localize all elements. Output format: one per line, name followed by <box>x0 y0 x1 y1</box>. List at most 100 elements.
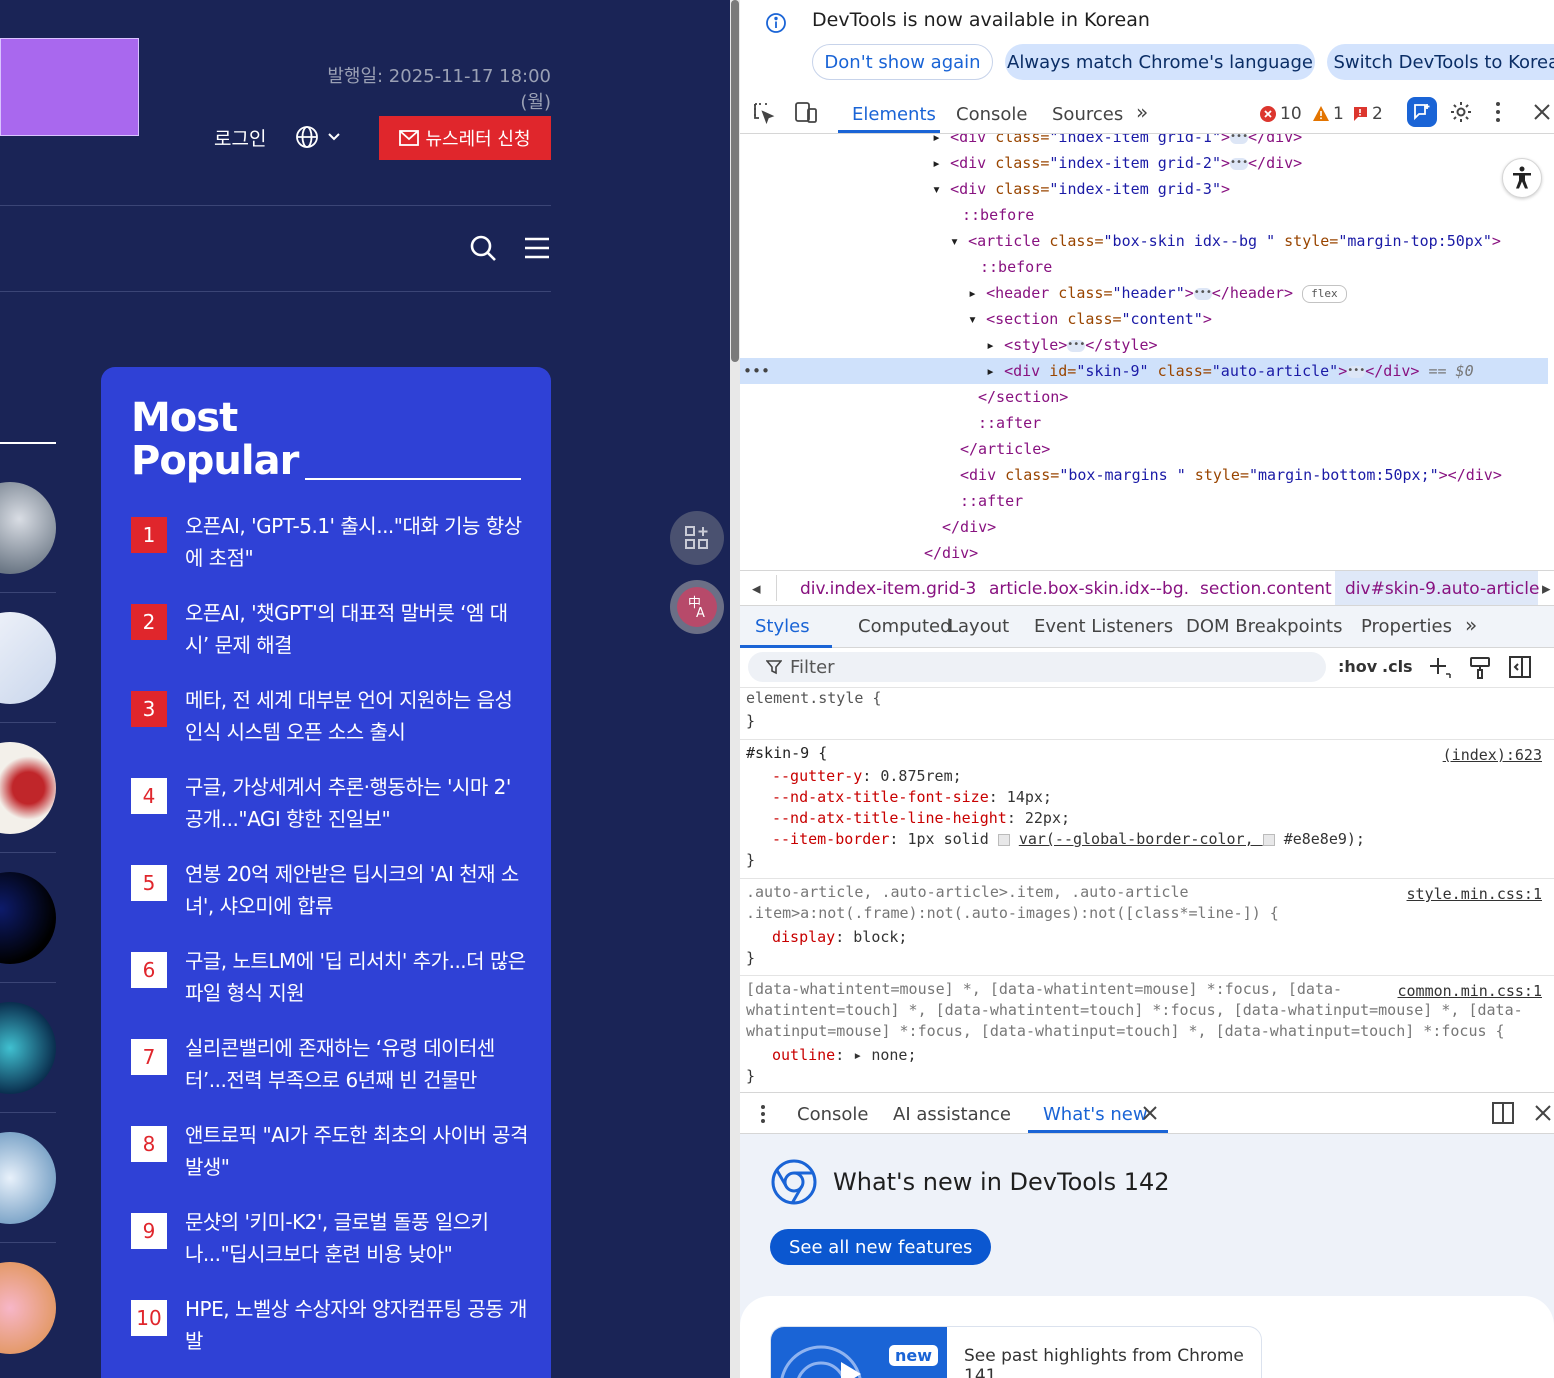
article-thumbnail[interactable] <box>0 742 56 834</box>
dom-node[interactable]: ▸ <style>•••</style> <box>986 332 1158 358</box>
rule-selector[interactable]: element.style { <box>746 688 881 709</box>
breadcrumb-item[interactable]: section.content <box>1200 579 1332 599</box>
dom-node[interactable]: ▾ <div class="index-item grid-3"> <box>932 176 1230 202</box>
article-thumbnail[interactable] <box>0 482 56 574</box>
popular-item-title[interactable]: 실리콘밸리에 존재하는 ‘유령 데이터센터’...전력 부족으로 6년째 빈 건… <box>185 1032 531 1096</box>
popular-item[interactable]: 9 문샷의 '키미-K2', 글로벌 돌풍 일으키나..."딥시크보다 훈련 비용… <box>131 1206 531 1270</box>
dom-node[interactable]: ▾ <section class="content"> <box>968 306 1212 332</box>
ai-assistant-icon[interactable] <box>1407 97 1437 127</box>
popular-item[interactable]: 4 구글, 가상세계서 추론·행동하는 '시마 2' 공개..."AGI 향한 진… <box>131 771 531 835</box>
css-declaration[interactable]: outline: ▸ none; <box>772 1045 917 1066</box>
pseudo-element[interactable]: ::after <box>960 488 1023 514</box>
ellipsis-icon[interactable]: ••• <box>1230 157 1248 170</box>
new-rule-icon[interactable] <box>1428 656 1452 680</box>
more-tabs-icon[interactable]: » <box>1465 613 1477 637</box>
past-highlights-card[interactable]: new See past highlights from Chrome 141 <box>770 1326 1262 1378</box>
dom-node[interactable]: ▸ <header class="header">•••</header> fl… <box>968 280 1347 306</box>
close-tab-icon[interactable] <box>1143 1106 1157 1120</box>
css-declaration[interactable]: --nd-atx-title-line-height: 22px; <box>772 808 1070 829</box>
popular-item[interactable]: 5 연봉 20억 제안받은 딥시크의 'AI 천재 소녀', 샤오미에 합류 <box>131 858 531 922</box>
rule-selector[interactable]: .item>a:not(.frame):not(.auto-images):no… <box>746 903 1279 924</box>
login-link[interactable]: 로그인 <box>214 124 266 151</box>
article-thumbnail[interactable] <box>0 1262 56 1354</box>
popular-item[interactable]: 8 앤트로픽 "AI가 주도한 최초의 사이버 공격 발생" <box>131 1119 531 1183</box>
kebab-menu-icon[interactable] <box>1494 101 1502 123</box>
ellipsis-icon[interactable]: ••• <box>1230 134 1248 144</box>
class-toggle[interactable]: .cls <box>1382 657 1413 676</box>
pseudo-element[interactable]: ::after <box>978 410 1041 436</box>
language-selector[interactable] <box>295 124 347 150</box>
css-declaration[interactable]: --nd-atx-title-font-size: 14px; <box>772 787 1052 808</box>
scroll-left-icon[interactable]: ◂ <box>752 579 761 599</box>
breadcrumb-item[interactable]: article.box-skin.idx--bg. <box>989 579 1189 599</box>
drawer-tab-whats-new[interactable]: What's new <box>1043 1104 1148 1125</box>
sidebar-toggle-icon[interactable] <box>1509 656 1531 678</box>
tab-sources[interactable]: Sources <box>1052 104 1123 125</box>
article-thumbnail[interactable] <box>0 1132 56 1224</box>
ellipsis-icon[interactable]: ••• <box>1067 339 1085 352</box>
tab-dom-breakpoints[interactable]: DOM Breakpoints <box>1186 616 1342 637</box>
rule-source-link[interactable]: common.min.css:1 <box>1398 982 1543 1000</box>
rule-source-link[interactable]: style.min.css:1 <box>1407 885 1542 903</box>
newsletter-button[interactable]: 뉴스레터 신청 <box>379 116 551 160</box>
filter-input[interactable]: Filter <box>748 652 1326 682</box>
popular-item-title[interactable]: 앤트로픽 "AI가 주도한 최초의 사이버 공격 발생" <box>185 1119 531 1183</box>
article-thumbnail[interactable] <box>0 1002 56 1094</box>
pseudo-element[interactable]: ::before <box>962 202 1034 228</box>
popular-item-title[interactable]: 구글, 가상세계서 추론·행동하는 '시마 2' 공개..."AGI 향한 진일… <box>185 771 531 835</box>
translate-button[interactable]: 中A <box>670 580 724 634</box>
scrollbar-thumb[interactable] <box>731 0 739 362</box>
tab-computed[interactable]: Computed <box>858 616 952 637</box>
popular-item-title[interactable]: 메타, 전 세계 대부분 언어 지원하는 음성 인식 시스템 오픈 소스 출시 <box>185 684 531 748</box>
accessibility-icon[interactable] <box>1502 158 1542 198</box>
popular-item[interactable]: 7 실리콘밸리에 존재하는 ‘유령 데이터센터’...전력 부족으로 6년째 빈 … <box>131 1032 531 1096</box>
paint-brush-icon[interactable] <box>1469 656 1491 680</box>
close-icon[interactable] <box>1533 103 1551 121</box>
switch-language-button[interactable]: Switch DevTools to Korean <box>1327 44 1554 80</box>
breadcrumb-item[interactable]: div.index-item.grid-3 <box>800 579 976 599</box>
popular-item-title[interactable]: 연봉 20억 제안받은 딥시크의 'AI 천재 소녀', 샤오미에 합류 <box>185 858 531 922</box>
inspect-element-icon[interactable] <box>752 101 776 125</box>
css-declaration[interactable]: --item-border: 1px solid var(--global-bo… <box>772 829 1365 850</box>
color-swatch[interactable] <box>1262 833 1275 846</box>
breadcrumb-item-selected[interactable]: div#skin-9.auto-article <box>1345 579 1539 599</box>
popular-item[interactable]: 1 오픈AI, 'GPT-5.1' 출시..."대화 기능 향상에 초점" <box>131 510 531 574</box>
error-count[interactable]: 10 <box>1259 104 1302 124</box>
drawer-tab-console[interactable]: Console <box>797 1104 868 1125</box>
dom-node[interactable]: ▸ <div class="index-item grid-1">•••</di… <box>932 134 1302 150</box>
closing-tag[interactable]: </div> <box>924 540 978 566</box>
match-language-button[interactable]: Always match Chrome's language <box>1005 44 1315 80</box>
hamburger-menu-icon[interactable] <box>524 237 550 259</box>
article-thumbnail[interactable] <box>0 612 56 704</box>
article-thumbnail[interactable] <box>0 872 56 964</box>
rule-source-link[interactable]: (index):623 <box>1443 746 1542 764</box>
popular-item-title[interactable]: HPE, 노벨상 수상자와 양자컴퓨팅 공동 개발 <box>185 1293 531 1357</box>
flex-badge[interactable]: flex <box>1302 284 1347 303</box>
search-icon[interactable] <box>469 234 497 262</box>
popular-item[interactable]: 10 HPE, 노벨상 수상자와 양자컴퓨팅 공동 개발 <box>131 1293 531 1357</box>
dom-node[interactable]: ▾ <article class="box-skin idx--bg " sty… <box>950 228 1501 254</box>
popular-item-title[interactable]: 문샷의 '키미-K2', 글로벌 돌풍 일으키나..."딥시크보다 훈련 비용 … <box>185 1206 531 1270</box>
tab-properties[interactable]: Properties <box>1361 616 1452 637</box>
hover-state-toggle[interactable]: :hov <box>1338 657 1377 676</box>
issue-count[interactable]: 2 <box>1351 104 1383 124</box>
rule-selector[interactable]: .auto-article, .auto-article>.item, .aut… <box>746 882 1189 903</box>
see-all-features-button[interactable]: See all new features <box>770 1229 992 1265</box>
popular-item[interactable]: 6 구글, 노트LM에 '딥 리서치' 추가...더 많은 파일 형식 지원 <box>131 945 531 1009</box>
ellipsis-icon[interactable]: ••• <box>1347 365 1365 378</box>
dom-node-selected[interactable]: ▸ <div id="skin-9" class="auto-article">… <box>986 358 1474 384</box>
popular-item[interactable]: 2 오픈AI, '챗GPT'의 대표적 말버릇 ‘엠 대시’ 문제 해결 <box>131 597 531 661</box>
closing-tag[interactable]: </section> <box>978 384 1068 410</box>
closing-tag[interactable]: </article> <box>960 436 1050 462</box>
rule-selector[interactable]: [data-whatintent=mouse] *, [data-whatint… <box>746 979 1342 1000</box>
tab-elements[interactable]: Elements <box>852 104 936 125</box>
tab-styles[interactable]: Styles <box>755 616 810 637</box>
tab-layout[interactable]: Layout <box>948 616 1009 637</box>
scroll-right-icon[interactable]: ▸ <box>1542 579 1551 599</box>
close-drawer-icon[interactable] <box>1534 1104 1552 1122</box>
tab-console[interactable]: Console <box>956 104 1027 125</box>
rule-selector[interactable]: whatintent=touch] *, [data-whatintent=to… <box>746 1000 1523 1021</box>
tab-event-listeners[interactable]: Event Listeners <box>1034 616 1173 637</box>
rule-selector[interactable]: whatinput=mouse] *:focus, [data-whatinpu… <box>746 1021 1505 1042</box>
popular-item[interactable]: 3 메타, 전 세계 대부분 언어 지원하는 음성 인식 시스템 오픈 소스 출시 <box>131 684 531 748</box>
